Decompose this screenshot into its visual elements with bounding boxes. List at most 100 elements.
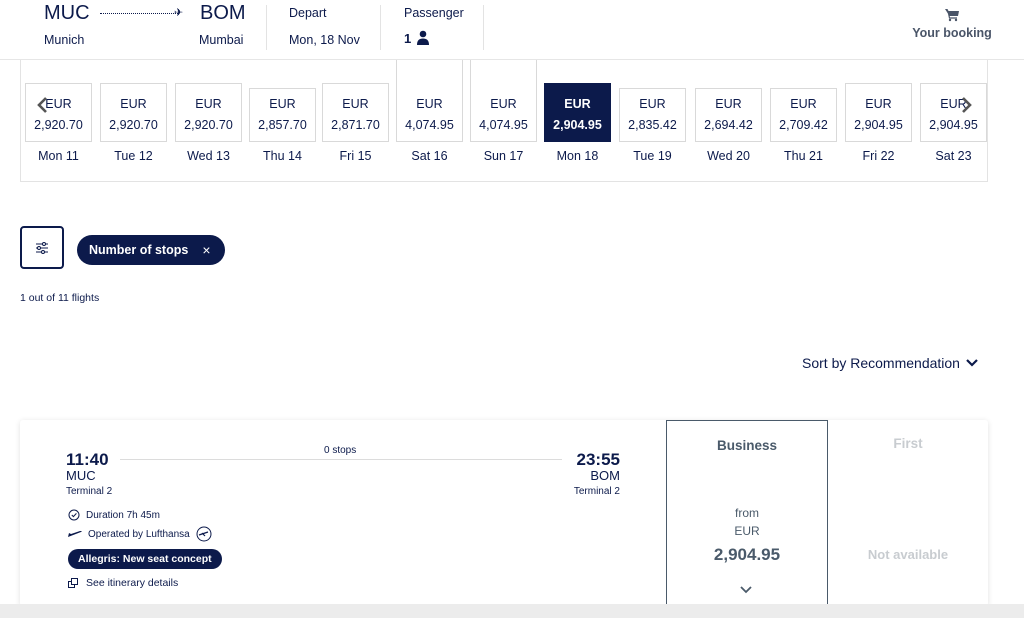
your-booking-button[interactable]: Your booking: [912, 8, 992, 40]
close-icon[interactable]: ×: [202, 242, 210, 258]
date-option[interactable]: EUR 2,920.70 Mon 11: [25, 60, 92, 170]
date-currency: EUR: [195, 97, 222, 111]
fare-price: 2,904.95: [713, 545, 781, 564]
sliders-icon: [36, 241, 48, 254]
plane-icon: ✈: [174, 7, 184, 19]
date-price-box[interactable]: EUR 2,857.70: [249, 88, 316, 142]
date-option[interactable]: EUR 2,920.70 Tue 12: [100, 60, 167, 170]
date-day-label: Wed 13: [187, 149, 230, 163]
date-day-label: Sat 23: [935, 149, 972, 163]
header-divider: [266, 5, 267, 50]
header-divider: [483, 5, 484, 50]
date-option[interactable]: EUR 2,709.42 Thu 21: [770, 60, 837, 170]
cart-icon: [945, 9, 959, 22]
date-price-box[interactable]: EUR 4,074.95: [470, 60, 537, 142]
results-count: 1 out of 11 flights: [20, 292, 100, 304]
date-price-box[interactable]: EUR 2,904.95: [845, 83, 912, 142]
date-price-box-selected[interactable]: EUR 2,904.95: [544, 83, 611, 142]
date-price-box[interactable]: EUR 2,920.70: [175, 83, 242, 142]
date-option[interactable]: EUR 2,857.70 Thu 14: [249, 60, 316, 170]
origin-city: Munich: [44, 33, 85, 47]
date-price: 2,904.95: [929, 118, 978, 132]
sort-dropdown[interactable]: Sort by Recommendation: [802, 355, 978, 371]
date-price-box[interactable]: EUR 2,709.42: [770, 88, 837, 142]
origin-code: MUC: [44, 2, 90, 24]
date-price: 2,920.70: [34, 118, 83, 132]
depart-date: Mon, 18 Nov: [289, 33, 360, 47]
date-option[interactable]: EUR 4,074.95 Sat 16: [396, 60, 463, 170]
chevron-right-icon: [962, 97, 972, 113]
date-price-box[interactable]: EUR 2,835.42: [619, 88, 686, 142]
your-booking-label: Your booking: [912, 26, 992, 40]
arrival-airport: BOM: [590, 468, 620, 483]
itinerary-details-link[interactable]: See itinerary details: [68, 577, 178, 589]
date-currency: EUR: [269, 97, 296, 111]
date-price-box[interactable]: EUR 2,871.70: [322, 83, 389, 142]
date-price-box[interactable]: EUR 2,694.42: [695, 88, 762, 142]
date-option[interactable]: EUR 2,904.95 Sat 23: [920, 60, 987, 170]
date-day-label: Tue 19: [633, 149, 672, 163]
date-option[interactable]: EUR 2,871.70 Fri 15: [322, 60, 389, 170]
route-dotted-line: [100, 13, 178, 14]
fare-first-option: First Not available: [828, 420, 988, 606]
sort-label: Sort by Recommendation: [802, 355, 960, 371]
date-day-label: Tue 12: [114, 149, 153, 163]
carousel-next-button[interactable]: [958, 96, 974, 114]
date-day-label: Thu 21: [784, 149, 823, 163]
date-option[interactable]: EUR 2,904.95 Fri 22: [845, 60, 912, 170]
date-option[interactable]: EUR 2,904.95 Mon 18: [544, 60, 611, 170]
carousel-prev-button[interactable]: [35, 96, 51, 114]
date-currency: EUR: [490, 97, 517, 111]
itinerary-link-label: See itinerary details: [86, 577, 179, 589]
date-option[interactable]: EUR 2,920.70 Wed 13: [175, 60, 242, 170]
date-currency: EUR: [715, 97, 742, 111]
date-currency: EUR: [342, 97, 369, 111]
route-line: [120, 459, 562, 460]
arrival-time: 23:55: [576, 450, 620, 469]
filter-button[interactable]: [20, 226, 64, 269]
fare-currency: EUR: [734, 524, 760, 538]
date-price-box[interactable]: EUR 4,074.95: [396, 60, 463, 142]
fare-business-option[interactable]: Business from EUR 2,904.95: [666, 420, 828, 606]
chevron-down-icon[interactable]: [739, 585, 753, 595]
chevron-down-icon: [966, 359, 978, 367]
depart-label: Depart: [289, 6, 327, 20]
fare-from-label: from: [735, 506, 759, 520]
passenger-count: 1: [404, 31, 412, 46]
date-day-label: Fri 15: [339, 149, 372, 163]
date-price-carousel: EUR 2,920.70 Mon 11 EUR 2,920.70 Tue 12 EUR 2,9…: [20, 60, 988, 182]
date-price-box[interactable]: EUR 2,904.95: [920, 83, 987, 142]
filter-chip-number-of-stops[interactable]: Number of stops ×: [77, 235, 225, 265]
destination-code: BOM: [200, 2, 246, 24]
date-day-label: Mon 11: [38, 149, 79, 163]
date-day-label: Thu 14: [263, 149, 302, 163]
date-option[interactable]: EUR 4,074.95 Sun 17: [470, 60, 537, 170]
date-day-label: Fri 22: [862, 149, 895, 163]
date-price: 2,904.95: [854, 118, 903, 132]
date-price: 4,074.95: [405, 118, 454, 132]
date-option[interactable]: EUR 2,835.42 Tue 19: [619, 60, 686, 170]
filter-chip-label: Number of stops: [89, 243, 189, 257]
date-price: 2,920.70: [109, 118, 158, 132]
date-currency: EUR: [120, 97, 147, 111]
duration-text: Duration 7h 45m: [86, 509, 160, 521]
departure-time: 11:40: [66, 450, 109, 469]
operator-text: Operated by Lufthansa: [88, 528, 190, 540]
fare-class-business: Business: [716, 438, 778, 453]
flight-card: 11:40 MUC Terminal 2 0 stops 23:55 BOM T…: [20, 420, 988, 606]
date-day-label: Sat 16: [411, 149, 448, 163]
date-day-label: Wed 20: [707, 149, 750, 163]
date-currency: EUR: [564, 97, 591, 111]
date-price: 4,074.95: [479, 118, 528, 132]
fare-class-first: First: [893, 436, 923, 451]
arrival-terminal: Terminal 2: [573, 486, 620, 497]
date-price: 2,920.70: [184, 118, 233, 132]
date-price: 2,904.95: [553, 118, 602, 132]
fare-unavailable: Not available: [867, 547, 949, 562]
date-option[interactable]: EUR 2,694.42 Wed 20: [695, 60, 762, 170]
date-day-label: Sun 17: [483, 149, 524, 163]
date-currency: EUR: [865, 97, 892, 111]
header-divider: [380, 5, 381, 50]
date-price-box[interactable]: EUR 2,920.70: [100, 83, 167, 142]
date-currency: EUR: [639, 97, 666, 111]
